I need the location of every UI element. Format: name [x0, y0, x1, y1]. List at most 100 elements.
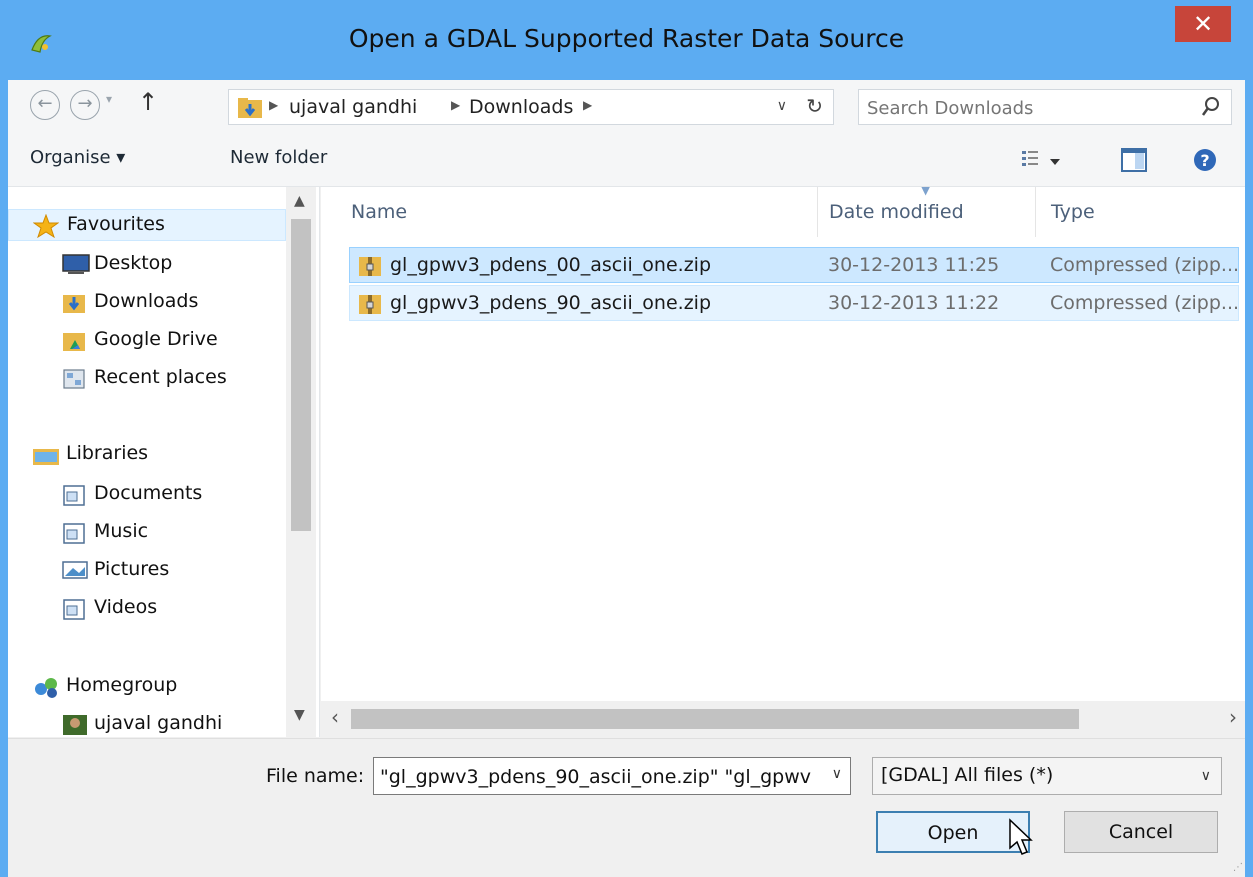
star-icon	[33, 214, 59, 238]
file-type-filter-value: [GDAL] All files (*)	[881, 764, 1054, 786]
window-title: Open a GDAL Supported Raster Data Source	[348, 24, 905, 53]
column-header-name[interactable]: Name	[351, 201, 407, 223]
file-name-dropdown-icon[interactable]: ∨	[832, 766, 842, 782]
scroll-up-icon[interactable]: ▲	[294, 193, 305, 209]
scroll-down-icon[interactable]: ▼	[294, 707, 305, 723]
nav-videos[interactable]: Videos	[8, 593, 286, 625]
sort-indicator-icon: ▼	[921, 187, 931, 197]
document-library-icon	[63, 485, 85, 506]
nav-label: Documents	[94, 482, 203, 504]
nav-label: Music	[94, 520, 149, 542]
nav-label: Desktop	[94, 252, 173, 274]
nav-homegroup-user[interactable]: ujaval gandhi	[8, 709, 286, 737]
file-name-combobox[interactable]: ∨	[373, 757, 851, 795]
new-folder-button[interactable]: New folder	[230, 147, 327, 168]
column-divider[interactable]	[817, 187, 818, 237]
title-bar: Open a GDAL Supported Raster Data Source…	[8, 0, 1245, 80]
nav-recent-places[interactable]: Recent places	[8, 363, 286, 395]
file-date: 30-12-2013 11:25	[828, 254, 1000, 276]
nav-label: ujaval gandhi	[94, 712, 223, 734]
chevron-down-icon[interactable]: ∨	[1201, 768, 1211, 784]
breadcrumb-downloads[interactable]: Downloads	[469, 96, 573, 118]
videos-library-icon	[63, 599, 85, 620]
search-box[interactable]	[858, 89, 1232, 125]
nav-label: Libraries	[66, 442, 149, 464]
preview-pane-icon[interactable]	[1120, 147, 1148, 173]
file-name-input[interactable]	[380, 764, 820, 790]
pictures-library-icon	[62, 561, 88, 579]
google-drive-icon	[63, 333, 85, 351]
nav-homegroup[interactable]: Homegroup	[8, 671, 286, 703]
breadcrumb-separator-icon: ▶	[269, 98, 279, 112]
organise-button[interactable]: Organise ▾	[30, 147, 125, 168]
nav-music[interactable]: Music	[8, 517, 286, 549]
dialog-footer: File name: ∨ [GDAL] All files (*) ∨ Open…	[8, 738, 1245, 877]
search-input[interactable]	[867, 95, 1167, 121]
nav-pictures[interactable]: Pictures	[8, 555, 286, 587]
homegroup-icon	[35, 678, 57, 698]
scrollbar-thumb[interactable]	[351, 709, 1079, 729]
file-type-filter-select[interactable]: [GDAL] All files (*) ∨	[872, 757, 1222, 795]
breadcrumb-separator-icon: ▶	[583, 98, 593, 112]
cancel-button[interactable]: Cancel	[1064, 811, 1218, 853]
downloads-folder-icon	[238, 98, 262, 118]
nav-favourites[interactable]: Favourites	[8, 209, 286, 241]
nav-label: Downloads	[94, 290, 199, 312]
address-row: ← → ▾ ↑ ▶ ujaval gandhi ▶ Downloads ▶ ∨ …	[8, 80, 1245, 135]
nav-downloads[interactable]: Downloads	[8, 287, 286, 319]
open-file-dialog: Open a GDAL Supported Raster Data Source…	[0, 0, 1253, 877]
scrollbar-thumb[interactable]	[291, 219, 311, 531]
file-type: Compressed (zipp...	[1050, 254, 1240, 276]
mouse-cursor-icon	[1009, 818, 1033, 855]
downloads-folder-icon	[63, 295, 85, 313]
nav-vertical-scrollbar[interactable]: ▲ ▼	[286, 187, 316, 737]
nav-label: Favourites	[67, 213, 165, 235]
desktop-icon	[62, 254, 90, 274]
nav-google-drive[interactable]: Google Drive	[8, 325, 286, 357]
resize-grip-icon[interactable]: ⋰	[1233, 862, 1243, 873]
file-name: gl_gpwv3_pdens_00_ascii_one.zip	[390, 254, 712, 276]
nav-label: Videos	[94, 596, 158, 618]
recent-locations-dropdown-icon[interactable]: ▾	[106, 92, 112, 106]
view-options-icon[interactable]	[1020, 147, 1062, 173]
forward-arrow-icon[interactable]: →	[70, 90, 100, 120]
refresh-icon[interactable]: ↻	[806, 94, 823, 118]
nav-label: Pictures	[94, 558, 170, 580]
recent-places-icon	[63, 369, 85, 389]
file-row[interactable]: gl_gpwv3_pdens_00_ascii_one.zip 30-12-20…	[349, 247, 1239, 283]
up-arrow-icon[interactable]: ↑	[138, 88, 158, 116]
close-button[interactable]: ✕	[1175, 6, 1231, 42]
open-button[interactable]: Open	[876, 811, 1030, 853]
column-header-date-modified[interactable]: Date modified	[829, 201, 964, 223]
file-name-label: File name:	[266, 765, 365, 787]
nav-label: Homegroup	[66, 674, 178, 696]
file-list-horizontal-scrollbar[interactable]: ‹ ›	[321, 701, 1245, 737]
column-divider[interactable]	[1035, 187, 1036, 237]
help-icon[interactable]: ?	[1192, 147, 1218, 173]
nav-label: Recent places	[94, 366, 227, 388]
scroll-left-icon[interactable]: ‹	[331, 705, 339, 729]
column-header-type[interactable]: Type	[1051, 201, 1095, 223]
user-avatar-icon	[63, 715, 87, 735]
navigation-pane: Favourites Desktop Downloads Google Driv…	[8, 187, 320, 737]
nav-libraries[interactable]: Libraries	[8, 439, 286, 471]
file-type: Compressed (zipp...	[1050, 292, 1240, 314]
address-dropdown-icon[interactable]: ∨	[777, 98, 787, 114]
zip-folder-icon	[359, 295, 381, 314]
file-row[interactable]: gl_gpwv3_pdens_90_ascii_one.zip 30-12-20…	[349, 285, 1239, 321]
breadcrumb-separator-icon: ▶	[451, 98, 461, 112]
back-arrow-icon[interactable]: ←	[30, 90, 60, 120]
nav-desktop[interactable]: Desktop	[8, 249, 286, 281]
breadcrumb-user[interactable]: ujaval gandhi	[289, 96, 417, 118]
file-list: ▼ Name Date modified Type gl_gpwv3_pdens…	[321, 187, 1245, 737]
search-icon[interactable]	[1201, 96, 1221, 118]
nav-documents[interactable]: Documents	[8, 479, 286, 511]
command-bar: Organise ▾ New folder ?	[8, 135, 1245, 187]
file-date: 30-12-2013 11:22	[828, 292, 1000, 314]
address-bar[interactable]: ▶ ujaval gandhi ▶ Downloads ▶ ∨ ↻	[228, 89, 834, 125]
svg-text:?: ?	[1200, 151, 1209, 170]
libraries-icon	[33, 449, 59, 465]
zip-folder-icon	[359, 257, 381, 276]
music-library-icon	[63, 523, 85, 544]
scroll-right-icon[interactable]: ›	[1229, 705, 1237, 729]
